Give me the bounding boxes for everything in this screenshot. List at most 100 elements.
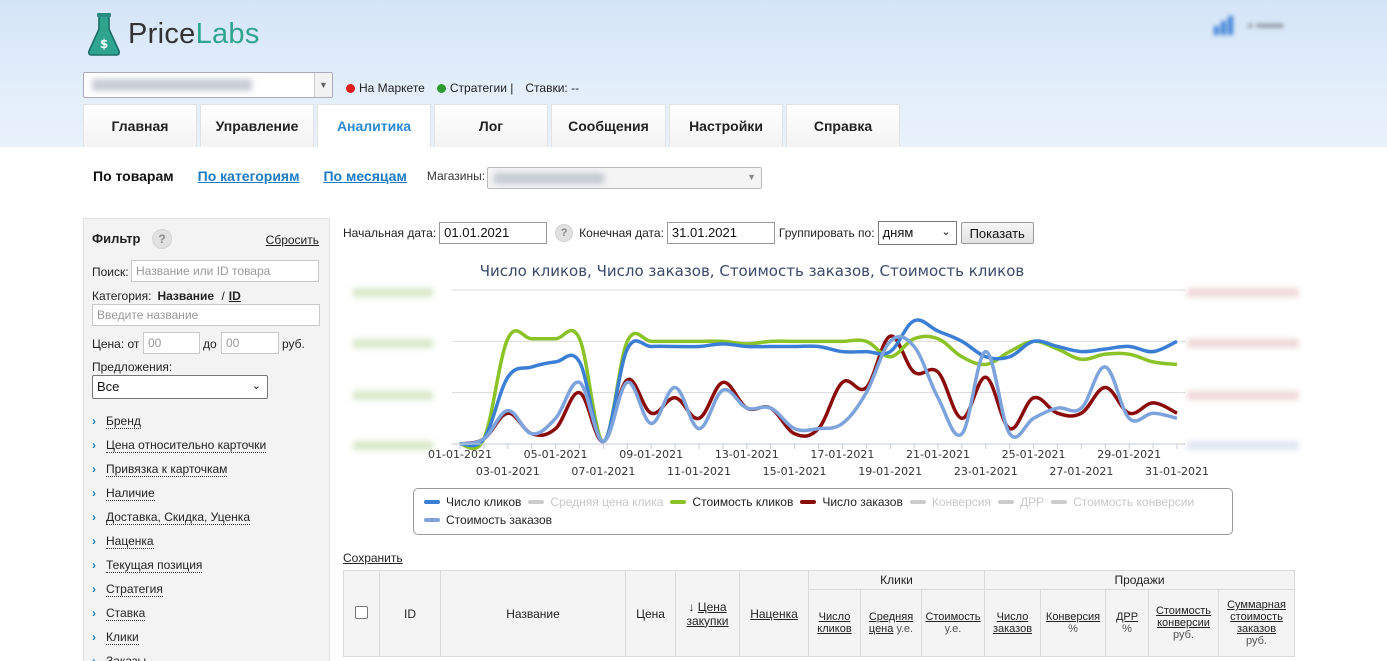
- chevron-down-icon: ▼: [747, 172, 756, 182]
- filter-sections: › Бренд › Цена относительно карточки › Привяз…: [92, 409, 267, 661]
- offers-select[interactable]: Все ⌄: [92, 375, 268, 399]
- group-by-select[interactable]: дням ⌄: [877, 221, 957, 245]
- logo[interactable]: $ PriceLabs: [86, 12, 260, 56]
- chart-legend: Число кликов Средняя цена клика Стоимость …: [413, 488, 1233, 535]
- filter-section-item[interactable]: › Ставка: [92, 601, 266, 625]
- category-input[interactable]: Введите название: [92, 304, 320, 326]
- tab-log[interactable]: Лог: [434, 104, 548, 147]
- legend-label: Конверсия: [931, 495, 991, 509]
- col-orders-count[interactable]: Число заказов: [984, 589, 1041, 657]
- legend-swatch: [1051, 500, 1068, 504]
- filter-section-item[interactable]: › Заказы: [92, 649, 266, 661]
- filter-section-item[interactable]: › Доставка, Скидка, Уценка: [92, 505, 266, 529]
- products-table: ID Название Цена ↓ Цена закупки Наценка …: [343, 570, 1295, 657]
- chevron-right-icon: ›: [92, 582, 96, 596]
- subnav-by-categories[interactable]: По категориям: [198, 168, 300, 184]
- start-date-input[interactable]: 01.01.2021: [439, 222, 548, 244]
- status-strategies: Стратегии |: [449, 81, 514, 95]
- col-click-cost[interactable]: Стоимость у.е.: [921, 589, 985, 657]
- tab-home[interactable]: Главная: [83, 104, 197, 147]
- chevron-down-icon: ⌄: [941, 226, 951, 238]
- logo-text: PriceLabs: [128, 17, 260, 50]
- col-price[interactable]: Цена: [625, 570, 676, 657]
- chevron-right-icon: ›: [92, 486, 96, 500]
- x-tick-label: 25-01-2021: [1002, 448, 1066, 461]
- legend-item[interactable]: Стоимость конверсии: [1051, 493, 1194, 511]
- legend-item[interactable]: Стоимость заказов: [424, 511, 552, 529]
- analytics-chart: Число кликов, Число заказов, Стоимость з…: [353, 262, 1299, 478]
- start-date-label: Начальная дата:: [343, 226, 437, 240]
- col-id[interactable]: ID: [379, 570, 441, 657]
- legend-item[interactable]: Средняя цена клика: [528, 493, 663, 511]
- subnav-by-months[interactable]: По месяцам: [323, 168, 406, 184]
- user-menu[interactable]: • ••••••: [1212, 14, 1283, 36]
- chevron-right-icon: ›: [92, 654, 96, 661]
- price-from-input[interactable]: 00: [143, 332, 200, 354]
- tab-messages[interactable]: Сообщения: [551, 104, 666, 147]
- col-drr[interactable]: ДРР%: [1105, 589, 1149, 657]
- help-icon[interactable]: ?: [152, 229, 172, 249]
- chevron-right-icon: ›: [92, 414, 96, 428]
- status-bids: Ставки: --: [525, 81, 580, 95]
- col-name[interactable]: Название: [440, 570, 626, 657]
- chevron-down-icon: ⌄: [251, 380, 261, 392]
- col-conversion-cost[interactable]: Стоимость конверсии руб.: [1148, 589, 1219, 657]
- filter-section-label: Привязка к карточкам: [106, 461, 228, 477]
- col-purchase-price[interactable]: ↓ Цена закупки: [675, 570, 740, 657]
- filter-section-item[interactable]: › Бренд: [92, 409, 266, 433]
- tab-help[interactable]: Справка: [786, 104, 900, 147]
- tab-settings[interactable]: Настройки: [669, 104, 783, 147]
- shop-select[interactable]: ▼: [83, 72, 333, 98]
- filter-section-item[interactable]: › Наличие: [92, 481, 266, 505]
- filter-section-item[interactable]: › Наценка: [92, 529, 266, 553]
- legend-item[interactable]: Число кликов: [424, 493, 521, 511]
- x-tick-label: 13-01-2021: [715, 448, 779, 461]
- legend-item[interactable]: Конверсия: [909, 493, 991, 511]
- help-icon[interactable]: ?: [555, 224, 574, 242]
- save-link[interactable]: Сохранить: [343, 551, 403, 565]
- show-button[interactable]: Показать: [960, 222, 1034, 244]
- filter-title: Фильтр: [92, 231, 141, 246]
- select-all-cell: [343, 570, 380, 657]
- flask-icon: $: [88, 13, 120, 56]
- filter-section-item[interactable]: › Привязка к карточкам: [92, 457, 266, 481]
- x-tick-label: 27-01-2021: [1049, 465, 1113, 478]
- price-to-input[interactable]: 00: [221, 332, 279, 354]
- tab-management[interactable]: Управление: [200, 104, 314, 147]
- shops-select[interactable]: ▼: [487, 167, 762, 189]
- filter-section-label: Цена относительно карточки: [106, 437, 267, 453]
- filter-section-label: Заказы: [106, 654, 146, 661]
- select-all-checkbox[interactable]: [355, 605, 368, 619]
- series-line[interactable]: [459, 334, 1178, 446]
- chevron-right-icon: ›: [92, 558, 96, 572]
- legend-item[interactable]: ДРР: [997, 493, 1045, 511]
- search-input[interactable]: Название или ID товара: [131, 260, 319, 282]
- category-by-id[interactable]: ID: [229, 289, 241, 303]
- col-clicks-count[interactable]: Число кликов: [808, 589, 861, 657]
- col-conversion[interactable]: Конверсия%: [1040, 589, 1106, 657]
- x-tick-label: 05-01-2021: [524, 448, 588, 461]
- x-tick-label: 03-01-2021: [476, 465, 540, 478]
- end-date-input[interactable]: 31.01.2021: [666, 222, 775, 244]
- filter-section-label: Наличие: [106, 485, 155, 501]
- category-by-name[interactable]: Название: [157, 289, 214, 303]
- filter-section-item[interactable]: › Клики: [92, 625, 266, 649]
- filter-section-item[interactable]: › Текущая позиция: [92, 553, 266, 577]
- filter-section-item[interactable]: › Цена относительно карточки: [92, 433, 267, 457]
- legend-label: ДРР: [1019, 495, 1045, 509]
- tab-analytics[interactable]: Аналитика: [317, 104, 431, 147]
- filter-section-label: Наценка: [106, 533, 154, 549]
- chevron-right-icon: ›: [92, 462, 96, 476]
- group-clicks: Клики: [808, 570, 985, 590]
- subnav-by-products[interactable]: По товарам: [93, 168, 174, 184]
- col-avg-click-price[interactable]: Средняя цена у.е.: [860, 589, 922, 657]
- col-total-orders-cost[interactable]: Суммарная стоимость заказов руб.: [1218, 589, 1295, 657]
- end-date-label: Конечная дата:: [579, 226, 664, 240]
- filter-reset-link[interactable]: Сбросить: [266, 233, 319, 247]
- filter-section-item[interactable]: › Стратегия: [92, 577, 266, 601]
- legend-item[interactable]: Стоимость кликов: [670, 493, 793, 511]
- col-markup[interactable]: Наценка: [739, 570, 809, 657]
- legend-item[interactable]: Число заказов: [800, 493, 903, 511]
- chevron-right-icon: ›: [92, 630, 96, 644]
- chevron-right-icon: ›: [92, 510, 96, 524]
